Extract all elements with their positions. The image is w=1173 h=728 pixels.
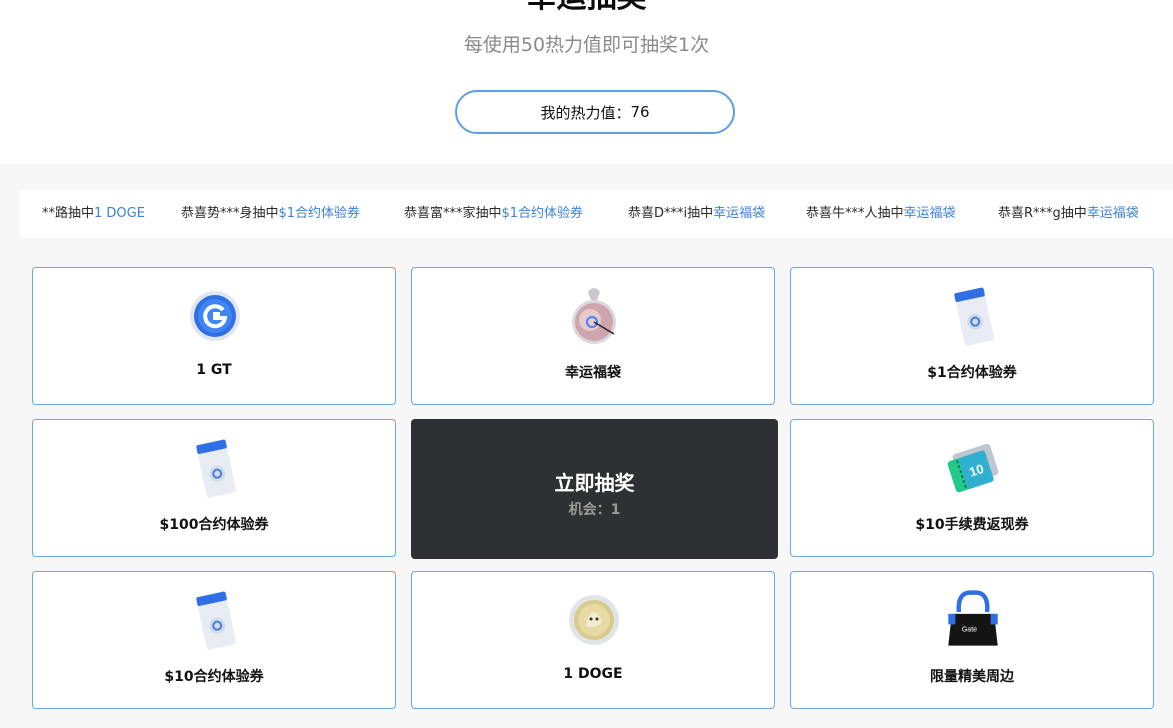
ticker-prefix: 恭喜牛***人抽中	[806, 206, 904, 221]
ticker-prefix: 恭喜势***身抽中	[181, 206, 279, 221]
ticker-item: 恭喜富***家抽中$1合约体验券	[404, 190, 583, 238]
ticker-prefix: **路抽中	[42, 206, 95, 221]
contract-voucher-icon	[943, 286, 1003, 346]
ticker-item: 恭喜势***身抽中$1合约体验券	[181, 190, 360, 238]
prize-card-lucky-bag: 幸运福袋	[411, 267, 775, 405]
ticker-prize: 幸运福袋	[1086, 206, 1139, 221]
contract-voucher-icon	[185, 590, 245, 650]
chances-label: 机会：	[568, 502, 611, 518]
prize-card-merch: Gate 限量精美周边	[790, 571, 1154, 709]
prize-label: $1合约体验券	[927, 365, 1017, 381]
lucky-bag-icon	[564, 286, 624, 346]
ticker-prize: $1合约体验券	[501, 206, 584, 221]
bag-text: Gate	[962, 626, 977, 633]
tote-bag-icon: Gate	[943, 590, 1003, 650]
prize-label: $100合约体验券	[159, 517, 269, 533]
draw-button-label: 立即抽奖	[554, 471, 635, 495]
fee-rebate-ticket-icon: 10	[943, 438, 1003, 498]
prize-card-1-contract-voucher: $1合约体验券	[790, 267, 1154, 405]
ticker-prize: 1 DOGE	[94, 206, 145, 221]
prize-card-doge: 1 DOGE	[411, 571, 775, 709]
page-subtitle: 每使用50热力值即可抽奖1次	[463, 34, 710, 56]
page-title: 幸运抽奖	[0, 0, 1173, 18]
ticker-prize: 幸运福袋	[713, 206, 766, 221]
doge-coin-icon	[564, 590, 624, 650]
prize-label: $10手续费返现券	[915, 517, 1029, 533]
ticker-item: **路抽中1 DOGE	[42, 190, 145, 238]
header: 幸运抽奖 每使用50热力值即可抽奖1次 我的热力值：76	[0, 0, 1173, 164]
prize-label: 1 GT	[196, 362, 232, 378]
heat-label: 我的热力值：	[540, 103, 631, 122]
heat-value-badge: 我的热力值： 76	[455, 90, 735, 134]
ticker-item: 恭喜牛***人抽中幸运福袋	[806, 190, 956, 238]
winner-ticker: **路抽中1 DOGE 恭喜势***身抽中$1合约体验券 恭喜富***家抽中$1…	[20, 190, 1173, 238]
heat-value: 76	[630, 103, 650, 121]
prize-card-10-contract-voucher: $10合约体验券	[32, 571, 396, 709]
prize-card-fee-rebate: 10 $10手续费返现券	[790, 419, 1154, 557]
draw-chances: 机会：1	[411, 499, 778, 519]
ticker-prize: 幸运福袋	[903, 206, 956, 221]
gt-coin-icon	[185, 286, 245, 346]
prize-card-gt: 1 GT	[32, 267, 396, 405]
prize-card-100-contract-voucher: $100合约体验券	[32, 419, 396, 557]
contract-voucher-icon	[185, 438, 245, 498]
prize-label: 限量精美周边	[930, 669, 1014, 685]
draw-now-button[interactable]: 立即抽奖 机会：1	[411, 419, 778, 559]
prize-label: 幸运福袋	[565, 365, 621, 381]
ticker-prefix: 恭喜D***i抽中	[628, 206, 714, 221]
ticker-item: 恭喜D***i抽中幸运福袋	[628, 190, 765, 238]
prize-label: $10合约体验券	[164, 669, 264, 685]
ticker-prize: $1合约体验券	[278, 206, 361, 221]
ticker-item: 恭喜R***g抽中幸运福袋	[998, 190, 1139, 238]
prize-label: 1 DOGE	[563, 666, 623, 682]
chances-value: 1	[610, 502, 621, 518]
ticker-prefix: 恭喜R***g抽中	[998, 206, 1087, 221]
ticker-prefix: 恭喜富***家抽中	[404, 206, 502, 221]
